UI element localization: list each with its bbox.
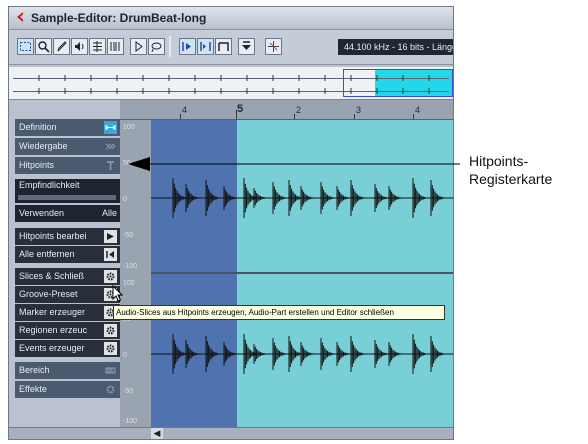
callout-label: Hitpoints- Registerkarte [469, 152, 552, 188]
callout-arrow [128, 157, 460, 171]
callout-line-2: Registerkarte [469, 171, 553, 187]
callout-line-1: Hitpoints- [469, 153, 529, 169]
